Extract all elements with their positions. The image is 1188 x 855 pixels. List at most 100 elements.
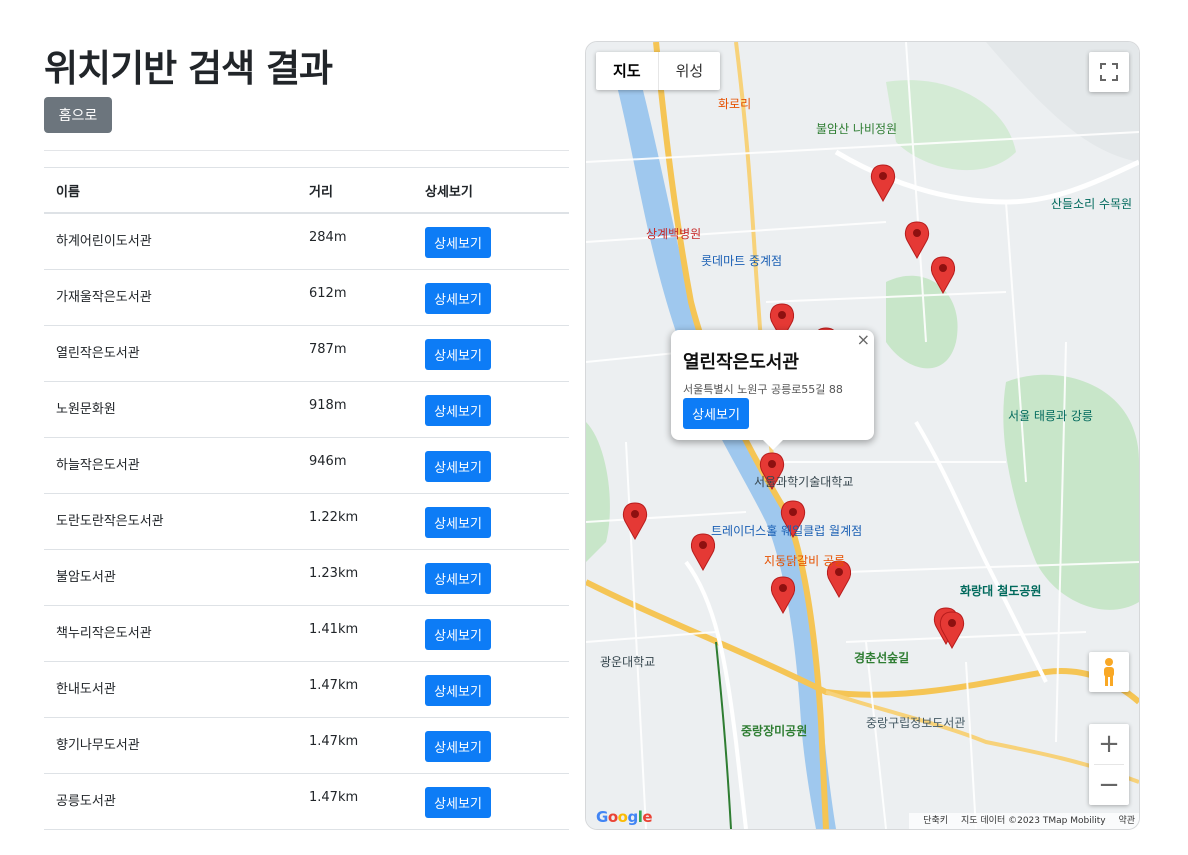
- library-distance: 1.23km: [297, 549, 413, 606]
- library-name-text: 향기나무도서관: [56, 738, 140, 753]
- google-logo: Google: [596, 808, 653, 826]
- library-detail: 상세보기: [413, 717, 569, 774]
- library-name: 공릉도서관: [44, 773, 297, 830]
- zoom-control: + −: [1089, 724, 1129, 805]
- table-row: 열린작은도서관 787m 상세보기: [44, 325, 569, 382]
- zoom-out-button[interactable]: −: [1089, 765, 1129, 805]
- library-distance-text: 612m: [309, 286, 347, 301]
- library-distance: 918m: [297, 381, 413, 438]
- library-detail: 상세보기: [413, 773, 569, 830]
- library-name: 한내도서관: [44, 661, 297, 718]
- library-detail: 상세보기: [413, 213, 569, 270]
- map-data-text: 지도 데이터 ©2023 TMap Mobility: [960, 816, 1106, 826]
- library-name-text: 공릉도서관: [56, 794, 116, 809]
- page-title: 위치기반 검색 결과: [44, 47, 333, 90]
- zoom-in-button[interactable]: +: [1089, 724, 1129, 764]
- info-window-title: 열린작은도서관: [683, 352, 799, 373]
- library-name-text: 한내도서관: [56, 682, 116, 697]
- map-label-park: 경춘선숲길: [854, 651, 910, 665]
- library-detail: 상세보기: [413, 381, 569, 438]
- map[interactable]: 불암산 나비정원 롯데마트 중계점 상계백병원 서울과학기술대학교 경춘선숲길 …: [585, 41, 1140, 830]
- library-name-text: 열린작은도서관: [56, 346, 140, 361]
- detail-button[interactable]: 상세보기: [425, 619, 491, 650]
- library-name: 가재울작은도서관: [44, 269, 297, 326]
- library-name: 하계어린이도서관: [44, 213, 297, 270]
- shortcuts-link[interactable]: 단축키: [923, 816, 948, 826]
- library-name-text: 책누리작은도서관: [56, 626, 152, 641]
- detail-button[interactable]: 상세보기: [425, 395, 491, 426]
- library-detail: 상세보기: [413, 549, 569, 606]
- table-row: 불암도서관 1.23km 상세보기: [44, 549, 569, 606]
- library-distance-text: 918m: [309, 398, 347, 413]
- map-label-bulamsan: 불암산 나비정원: [816, 122, 898, 136]
- library-distance-text: 1.22km: [309, 510, 359, 525]
- table-header-row: 이름 거리 상세보기: [44, 167, 569, 214]
- detail-button[interactable]: 상세보기: [425, 451, 491, 482]
- street-view-button[interactable]: [1089, 652, 1129, 692]
- plus-icon: +: [1098, 729, 1120, 759]
- library-distance-text: 1.41km: [309, 622, 359, 637]
- detail-button[interactable]: 상세보기: [425, 675, 491, 706]
- results-table: 이름 거리 상세보기 하계어린이도서관 284m 상세보기 가재울작은도서관 612m 상…: [44, 167, 569, 830]
- table-row: 하계어린이도서관 284m 상세보기: [44, 213, 569, 270]
- library-distance-text: 1.47km: [309, 790, 359, 805]
- header-distance: 거리: [297, 167, 413, 214]
- library-name-text: 하늘작은도서관: [56, 458, 140, 473]
- library-name: 향기나무도서관: [44, 717, 297, 774]
- detail-button[interactable]: 상세보기: [425, 283, 491, 314]
- detail-button[interactable]: 상세보기: [425, 227, 491, 258]
- table-row: 공릉도서관 1.47km 상세보기: [44, 773, 569, 830]
- library-detail: 상세보기: [413, 269, 569, 326]
- terms-link[interactable]: 약관: [1118, 816, 1135, 826]
- library-name-text: 노원문화원: [56, 402, 116, 417]
- table-row: 하늘작은도서관 946m 상세보기: [44, 437, 569, 494]
- attribution-strip: 단축키 지도 데이터 ©2023 TMap Mobility 약관: [909, 813, 1139, 829]
- detail-button[interactable]: 상세보기: [425, 563, 491, 594]
- minus-icon: −: [1098, 770, 1120, 800]
- info-window-address: 서울특별시 노원구 공릉로55길 88: [683, 383, 843, 396]
- table-row: 노원문화원 918m 상세보기: [44, 381, 569, 438]
- detail-button[interactable]: 상세보기: [425, 731, 491, 762]
- library-distance-text: 1.23km: [309, 566, 359, 581]
- library-distance: 1.47km: [297, 773, 413, 830]
- map-label-taereung: 서울 태릉과 강릉: [1008, 409, 1093, 423]
- detail-button[interactable]: 상세보기: [425, 787, 491, 818]
- library-name-text: 하계어린이도서관: [56, 234, 152, 249]
- map-label-school: 서울과학기술대학교: [754, 475, 854, 489]
- header-detail: 상세보기: [413, 167, 569, 214]
- library-distance: 1.47km: [297, 661, 413, 718]
- home-button[interactable]: 홈으로: [44, 97, 112, 133]
- map-type-satellite[interactable]: 위성: [657, 52, 721, 90]
- info-window-detail-button[interactable]: 상세보기: [683, 398, 749, 429]
- fullscreen-icon: [1100, 63, 1118, 81]
- divider: [44, 150, 569, 151]
- library-name: 불암도서관: [44, 549, 297, 606]
- table-row: 책누리작은도서관 1.41km 상세보기: [44, 605, 569, 662]
- map-type-map[interactable]: 지도: [596, 52, 658, 90]
- close-icon[interactable]: ×: [857, 330, 870, 349]
- library-distance: 612m: [297, 269, 413, 326]
- library-distance-text: 1.47km: [309, 734, 359, 749]
- pegman-icon: [1104, 658, 1114, 686]
- map-label-rose: 중랑장미공원: [741, 724, 808, 738]
- table-row: 향기나무도서관 1.47km 상세보기: [44, 717, 569, 774]
- library-distance: 284m: [297, 213, 413, 270]
- header-name: 이름: [44, 167, 297, 214]
- map-label-jidong: 지동닭갈비 공릉: [764, 554, 846, 568]
- map-label-tray: 트레이더스홀 웨일클럽 월계점: [711, 524, 863, 538]
- library-distance: 1.47km: [297, 717, 413, 774]
- detail-button[interactable]: 상세보기: [425, 507, 491, 538]
- map-label-station: 화랑대 철도공원: [960, 584, 1042, 598]
- library-detail: 상세보기: [413, 325, 569, 382]
- library-detail: 상세보기: [413, 437, 569, 494]
- fullscreen-button[interactable]: [1089, 52, 1129, 92]
- library-name-text: 불암도서관: [56, 570, 116, 585]
- library-detail: 상세보기: [413, 605, 569, 662]
- table-row: 도란도란작은도서관 1.22km 상세보기: [44, 493, 569, 550]
- detail-button[interactable]: 상세보기: [425, 339, 491, 370]
- library-distance-text: 946m: [309, 454, 347, 469]
- map-label-hospital: 상계백병원: [646, 227, 702, 241]
- library-name: 책누리작은도서관: [44, 605, 297, 662]
- table-row: 한내도서관 1.47km 상세보기: [44, 661, 569, 718]
- library-name-text: 도란도란작은도서관: [56, 514, 164, 529]
